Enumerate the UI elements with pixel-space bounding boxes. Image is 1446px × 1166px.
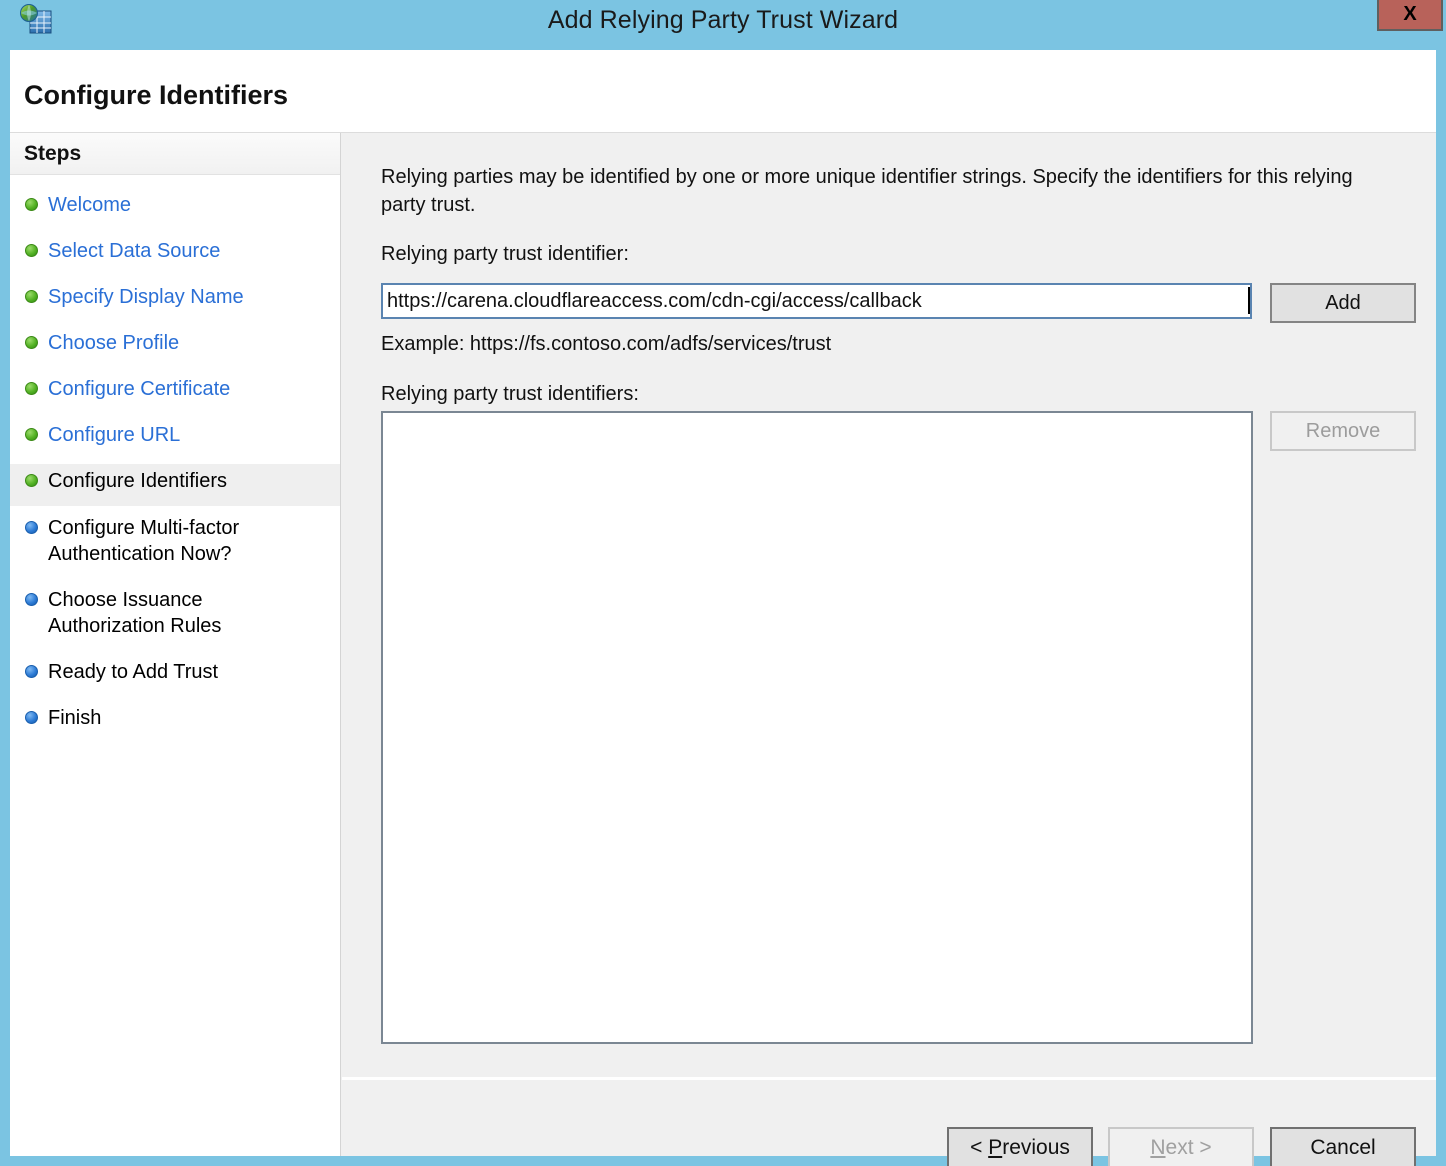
steps-header-label: Steps (24, 142, 82, 165)
intro-text: Relying parties may be identified by one… (381, 166, 1353, 216)
step-status-todo-icon (25, 593, 38, 606)
window-title: Add Relying Party Trust Wizard (547, 6, 899, 34)
step-status-todo-icon (25, 711, 38, 724)
step-status-done-icon (25, 382, 38, 395)
sidebar-item-choose-profile[interactable]: Choose Profile (10, 330, 340, 366)
step-status-done-icon (25, 290, 38, 303)
remove-button[interactable]: Remove (1270, 411, 1416, 451)
sidebar-item-configure-identifiers[interactable]: Configure Identifiers (10, 464, 340, 506)
sidebar-item-label: Configure Identifiers (48, 470, 227, 492)
next-button[interactable]: Next > (1108, 1127, 1254, 1166)
sidebar-item-label: Finish (48, 707, 102, 729)
steps-header: Steps (10, 133, 340, 175)
sidebar-item-label: Configure Multi-factor Authentication No… (48, 517, 240, 565)
wizard-window: Add Relying Party Trust Wizard X Configu… (0, 0, 1446, 1166)
step-status-done-icon (25, 336, 38, 349)
sidebar-item-configure-certificate[interactable]: Configure Certificate (10, 376, 340, 412)
sidebar-item-label: Choose Issuance Authorization Rules (48, 589, 222, 637)
sidebar-item-label: Ready to Add Trust (48, 661, 219, 683)
page-header: Configure Identifiers (10, 50, 1436, 133)
previous-rest: revious (1002, 1136, 1070, 1159)
sidebar-item-label: Welcome (48, 194, 131, 216)
identifier-field-label: Relying party trust identifier: (381, 243, 629, 265)
sidebar-item-label: Select Data Source (48, 240, 221, 262)
relying-party-trust-identifiers-listbox[interactable] (381, 411, 1253, 1044)
step-status-todo-icon (25, 521, 38, 534)
sidebar-item-choose-issuance-authorization-rules[interactable]: Choose Issuance Authorization Rules (10, 587, 340, 647)
cancel-button[interactable]: Cancel (1270, 1127, 1416, 1166)
identifiers-list-label: Relying party trust identifiers: (381, 383, 639, 405)
previous-button[interactable]: < Previous (947, 1127, 1093, 1166)
sidebar-item-ready-to-add-trust[interactable]: Ready to Add Trust (10, 659, 340, 695)
step-status-done-icon (25, 428, 38, 441)
footer-button-bar: < Previous Next > Cancel (342, 1080, 1436, 1166)
sidebar-item-label: Configure URL (48, 424, 181, 446)
relying-party-trust-identifier-input[interactable] (381, 283, 1252, 319)
close-icon[interactable]: X (1377, 0, 1443, 31)
previous-accel: P (988, 1136, 1003, 1159)
step-status-done-icon (25, 244, 38, 257)
step-status-done-icon (25, 474, 38, 487)
previous-prefix: < (970, 1136, 989, 1159)
title-bar: Add Relying Party Trust Wizard X (0, 0, 1446, 50)
next-accel: N (1150, 1136, 1166, 1159)
sidebar-item-specify-display-name[interactable]: Specify Display Name (10, 284, 340, 320)
sidebar-item-label: Specify Display Name (48, 286, 244, 308)
next-rest: ext > (1165, 1136, 1212, 1159)
text-caret (1248, 287, 1250, 314)
step-status-done-icon (25, 198, 38, 211)
sidebar-item-configure-mfa[interactable]: Configure Multi-factor Authentication No… (10, 515, 340, 575)
main-pane: Relying parties may be identified by one… (342, 133, 1436, 1076)
sidebar-item-configure-url[interactable]: Configure URL (10, 422, 340, 458)
sidebar-item-label: Configure Certificate (48, 378, 231, 400)
sidebar-item-select-data-source[interactable]: Select Data Source (10, 238, 340, 274)
sidebar-item-welcome[interactable]: Welcome (10, 192, 340, 228)
sidebar-item-label: Choose Profile (48, 332, 180, 354)
body-area: Steps Welcome Select Data Source Specify… (10, 133, 1436, 1166)
page-title: Configure Identifiers (24, 80, 289, 110)
example-text: Example: https://fs.contoso.com/adfs/ser… (381, 333, 832, 355)
add-button[interactable]: Add (1270, 283, 1416, 323)
step-status-todo-icon (25, 665, 38, 678)
sidebar-item-finish[interactable]: Finish (10, 705, 340, 741)
steps-sidebar: Steps Welcome Select Data Source Specify… (10, 133, 341, 1156)
